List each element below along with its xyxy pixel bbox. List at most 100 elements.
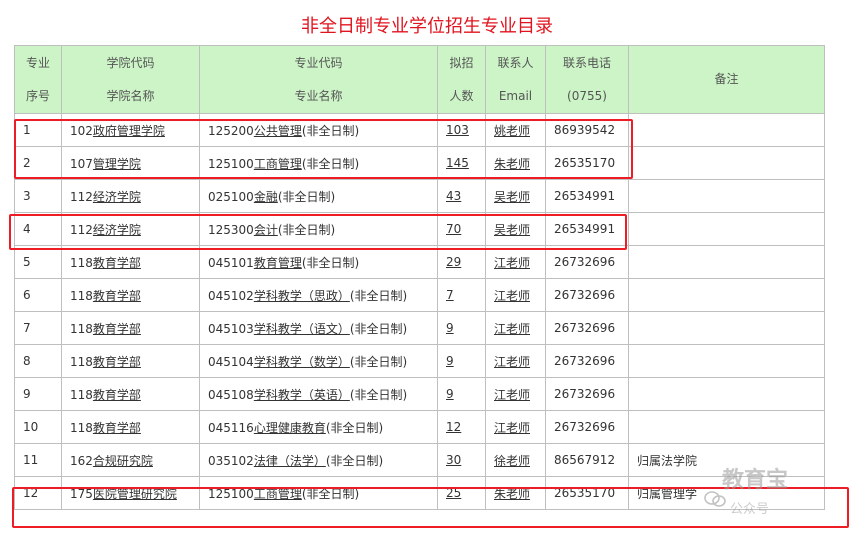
cell-contact: 吴老师 bbox=[485, 179, 546, 213]
table-row: 6 118教育学部 045102学科教学（思政）(非全日制) 7 江老师 26732696 bbox=[14, 278, 825, 312]
contact-email-link[interactable]: 朱老师 bbox=[494, 157, 530, 171]
count-link[interactable]: 9 bbox=[446, 354, 454, 368]
cell-note bbox=[628, 212, 825, 246]
cell-phone: 26732696 bbox=[545, 410, 629, 444]
cell-contact: 江老师 bbox=[485, 377, 546, 411]
cell-college: 118教育学部 bbox=[61, 245, 200, 279]
count-link[interactable]: 145 bbox=[446, 156, 469, 170]
contact-email-link[interactable]: 江老师 bbox=[494, 289, 530, 303]
cell-major: 045104学科教学（数学）(非全日制) bbox=[199, 344, 438, 378]
college-link[interactable]: 教育学部 bbox=[93, 388, 141, 402]
contact-email-link[interactable]: 江老师 bbox=[494, 388, 530, 402]
college-link[interactable]: 经济学院 bbox=[93, 190, 141, 204]
college-link[interactable]: 经济学院 bbox=[93, 223, 141, 237]
college-link[interactable]: 教育学部 bbox=[93, 421, 141, 435]
cell-major: 045101教育管理(非全日制) bbox=[199, 245, 438, 279]
count-link[interactable]: 7 bbox=[446, 288, 454, 302]
contact-email-link[interactable]: 江老师 bbox=[494, 355, 530, 369]
cell-college: 112经济学院 bbox=[61, 179, 200, 213]
college-link[interactable]: 政府管理学院 bbox=[93, 124, 165, 138]
cell-note bbox=[628, 245, 825, 279]
cell-contact: 江老师 bbox=[485, 410, 546, 444]
major-link[interactable]: 会计 bbox=[254, 223, 278, 237]
major-link[interactable]: 教育管理 bbox=[254, 256, 302, 270]
contact-email-link[interactable]: 朱老师 bbox=[494, 487, 530, 501]
cell-seq: 10 bbox=[14, 410, 62, 444]
header-seq: 专业 序号 bbox=[14, 45, 62, 114]
cell-note bbox=[628, 344, 825, 378]
cell-phone: 26732696 bbox=[545, 245, 629, 279]
major-link[interactable]: 学科教学（语文） bbox=[254, 322, 350, 336]
contact-email-link[interactable]: 江老师 bbox=[494, 322, 530, 336]
college-link[interactable]: 教育学部 bbox=[93, 256, 141, 270]
contact-email-link[interactable]: 吴老师 bbox=[494, 190, 530, 204]
major-link[interactable]: 学科教学（思政） bbox=[254, 289, 350, 303]
count-link[interactable]: 103 bbox=[446, 123, 469, 137]
count-link[interactable]: 25 bbox=[446, 486, 461, 500]
count-link[interactable]: 43 bbox=[446, 189, 461, 203]
college-link[interactable]: 教育学部 bbox=[93, 355, 141, 369]
table-row: 4 112经济学院 125300会计(非全日制) 70 吴老师 26534991 bbox=[14, 212, 825, 246]
major-link[interactable]: 心理健康教育 bbox=[254, 421, 326, 435]
major-link[interactable]: 法律（法学） bbox=[254, 454, 326, 468]
cell-phone: 26732696 bbox=[545, 344, 629, 378]
cell-phone: 86567912 bbox=[545, 443, 629, 477]
cell-college: 162合规研究院 bbox=[61, 443, 200, 477]
table-row: 7 118教育学部 045103学科教学（语文）(非全日制) 9 江老师 26732696 bbox=[14, 311, 825, 345]
cell-count: 103 bbox=[437, 113, 486, 147]
cell-seq: 12 bbox=[14, 476, 62, 510]
cell-major: 125300会计(非全日制) bbox=[199, 212, 438, 246]
cell-major: 045116心理健康教育(非全日制) bbox=[199, 410, 438, 444]
contact-email-link[interactable]: 江老师 bbox=[494, 421, 530, 435]
major-link[interactable]: 学科教学（英语） bbox=[254, 388, 350, 402]
count-link[interactable]: 70 bbox=[446, 222, 461, 236]
count-link[interactable]: 29 bbox=[446, 255, 461, 269]
cell-seq: 4 bbox=[14, 212, 62, 246]
table-row: 11 162合规研究院 035102法律（法学）(非全日制) 30 徐老师 8656791… bbox=[14, 443, 825, 477]
count-link[interactable]: 12 bbox=[446, 420, 461, 434]
count-link[interactable]: 9 bbox=[446, 387, 454, 401]
cell-note bbox=[628, 377, 825, 411]
cell-college: 107管理学院 bbox=[61, 146, 200, 180]
count-link[interactable]: 9 bbox=[446, 321, 454, 335]
table-row: 9 118教育学部 045108学科教学（英语）(非全日制) 9 江老师 26732696 bbox=[14, 377, 825, 411]
contact-email-link[interactable]: 江老师 bbox=[494, 256, 530, 270]
contact-email-link[interactable]: 吴老师 bbox=[494, 223, 530, 237]
major-link[interactable]: 工商管理 bbox=[254, 487, 302, 501]
cell-count: 12 bbox=[437, 410, 486, 444]
major-link[interactable]: 学科教学（数学） bbox=[254, 355, 350, 369]
cell-contact: 江老师 bbox=[485, 278, 546, 312]
cell-phone: 26535170 bbox=[545, 146, 629, 180]
major-link[interactable]: 工商管理 bbox=[254, 157, 302, 171]
cell-seq: 7 bbox=[14, 311, 62, 345]
program-table: 专业 序号 学院代码 学院名称 专业代码 专业名称 拟招 人数 联系人 Email 联系电… bbox=[14, 45, 825, 510]
table-row: 1 102政府管理学院 125200公共管理(非全日制) 103 姚老师 86939542 bbox=[14, 113, 825, 147]
header-phone: 联系电话 (0755) bbox=[545, 45, 629, 114]
major-link[interactable]: 金融 bbox=[254, 190, 278, 204]
table-header-row: 专业 序号 学院代码 学院名称 专业代码 专业名称 拟招 人数 联系人 Email 联系电… bbox=[14, 45, 825, 114]
count-link[interactable]: 30 bbox=[446, 453, 461, 467]
contact-email-link[interactable]: 姚老师 bbox=[494, 124, 530, 138]
table-row: 10 118教育学部 045116心理健康教育(非全日制) 12 江老师 26732696 bbox=[14, 410, 825, 444]
college-link[interactable]: 医院管理研究院 bbox=[93, 487, 177, 501]
cell-count: 9 bbox=[437, 377, 486, 411]
table-row: 8 118教育学部 045104学科教学（数学）(非全日制) 9 江老师 26732696 bbox=[14, 344, 825, 378]
college-link[interactable]: 教育学部 bbox=[93, 322, 141, 336]
college-link[interactable]: 管理学院 bbox=[93, 157, 141, 171]
cell-phone: 26535170 bbox=[545, 476, 629, 510]
cell-contact: 江老师 bbox=[485, 344, 546, 378]
cell-count: 43 bbox=[437, 179, 486, 213]
cell-major: 045103学科教学（语文）(非全日制) bbox=[199, 311, 438, 345]
cell-college: 175医院管理研究院 bbox=[61, 476, 200, 510]
cell-note: 归属法学院 bbox=[628, 443, 825, 477]
cell-contact: 江老师 bbox=[485, 245, 546, 279]
college-link[interactable]: 教育学部 bbox=[93, 289, 141, 303]
cell-college: 112经济学院 bbox=[61, 212, 200, 246]
major-link[interactable]: 公共管理 bbox=[254, 124, 302, 138]
contact-email-link[interactable]: 徐老师 bbox=[494, 454, 530, 468]
cell-contact: 姚老师 bbox=[485, 113, 546, 147]
header-note: 备注 bbox=[628, 45, 825, 114]
college-link[interactable]: 合规研究院 bbox=[93, 454, 153, 468]
cell-contact: 江老师 bbox=[485, 311, 546, 345]
table-row: 3 112经济学院 025100金融(非全日制) 43 吴老师 26534991 bbox=[14, 179, 825, 213]
